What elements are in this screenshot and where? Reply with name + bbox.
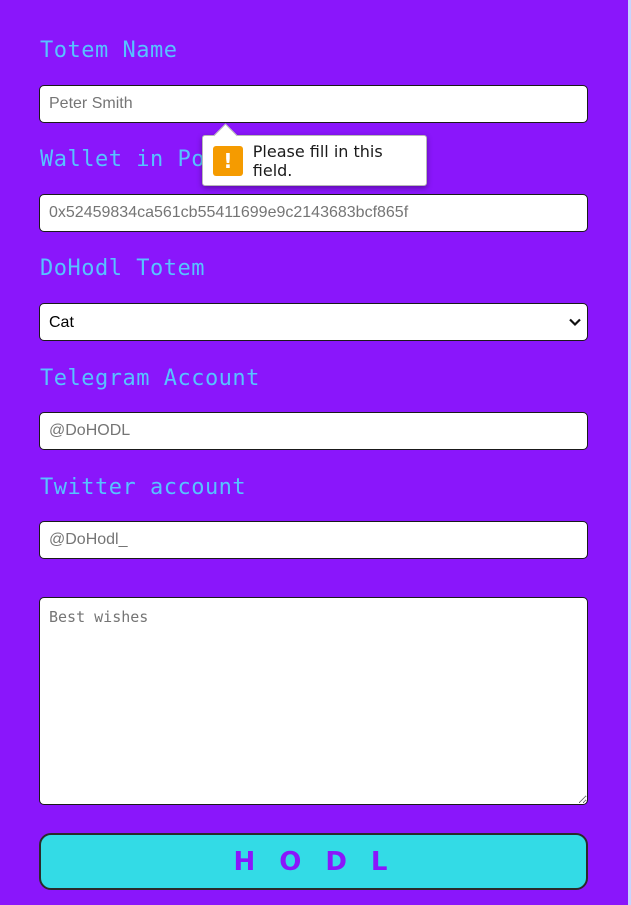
telegram-label: Telegram Account bbox=[40, 366, 260, 391]
hodl-submit-button[interactable]: HODL bbox=[39, 833, 588, 890]
wallet-address-input[interactable] bbox=[39, 194, 588, 232]
validation-tooltip: ! Please fill in this field. bbox=[202, 123, 427, 186]
telegram-input[interactable] bbox=[39, 412, 588, 450]
totem-label: DoHodl Totem bbox=[40, 256, 205, 281]
form-panel: Totem Name Wallet in Po DoHodl Totem Cat… bbox=[0, 0, 631, 905]
twitter-label: Twitter account bbox=[40, 475, 247, 500]
tooltip-arrow bbox=[213, 123, 238, 148]
totem-select[interactable]: Cat bbox=[39, 303, 588, 341]
tooltip-message: Please fill in this field. bbox=[252, 141, 383, 180]
warning-icon: ! bbox=[213, 145, 243, 176]
totem-name-label: Totem Name bbox=[40, 38, 178, 63]
totem-name-input[interactable] bbox=[39, 85, 588, 123]
wallet-label: Wallet in Po bbox=[40, 147, 205, 172]
twitter-input[interactable] bbox=[39, 521, 588, 559]
wishes-textarea[interactable] bbox=[39, 597, 588, 805]
